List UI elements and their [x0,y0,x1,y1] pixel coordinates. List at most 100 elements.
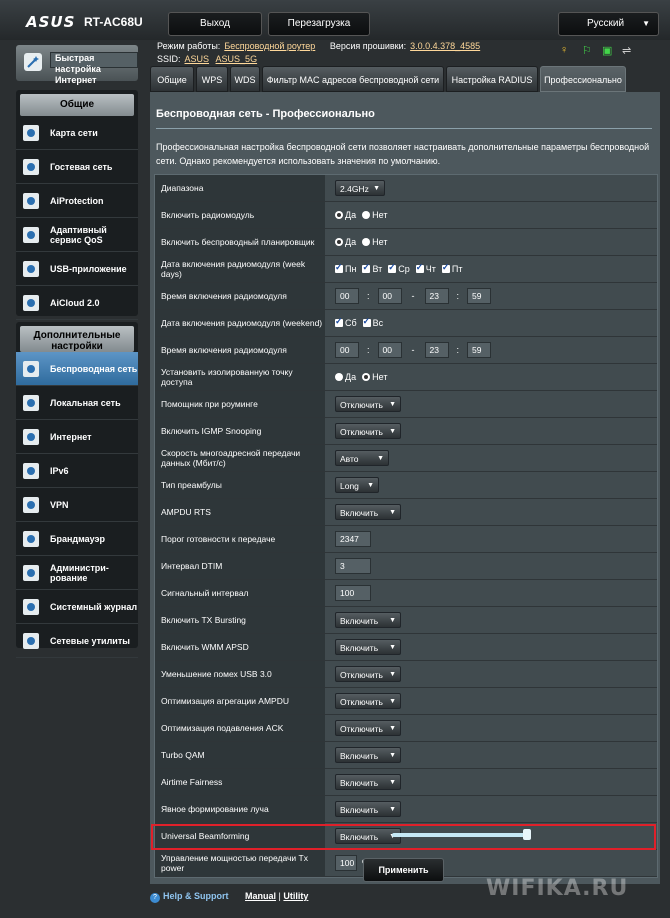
select-dropdown[interactable]: 2.4GHz ▼ [335,180,385,196]
firewall-icon [23,531,39,547]
general-item[interactable]: Карта сети [16,116,138,150]
select-dropdown[interactable]: Отключить ▼ [335,693,401,709]
general-item[interactable]: AiCloud 2.0 [16,286,138,320]
network-status-icon[interactable]: ⚐ [582,44,592,57]
time-field[interactable]: 23 [424,342,449,358]
text-input[interactable]: 3 [335,558,371,574]
advanced-item[interactable]: Сетевые утилиты [16,624,138,658]
advanced-item[interactable]: VPN [16,488,138,522]
select-value: Отключить [340,427,383,437]
time-field[interactable]: 00 [335,288,359,304]
advanced-item[interactable]: Системный журнал [16,590,138,624]
chevron-down-icon: ▼ [389,428,396,435]
advanced-item[interactable]: Беспроводная сеть [16,352,138,386]
tx-power-slider-handle[interactable] [523,829,531,840]
time-field[interactable]: 00 [377,342,402,358]
tab-item[interactable]: Профессионально [540,66,626,92]
chevron-down-icon: ▼ [367,482,374,489]
table-row: Оптимизация подавления ACK Отключить ▼ [155,715,657,742]
select-dropdown[interactable]: Отключить ▼ [335,720,401,736]
select-dropdown[interactable]: Авто ▼ [335,450,389,466]
top-bar: ASUS RT-AC68U Выход Перезагрузка Русский… [0,0,670,40]
row-label: Включить WMM APSD [155,634,325,660]
advanced-item[interactable]: Интернет [16,420,138,454]
firmware-value[interactable]: 3.0.0.4.378_4585 [410,41,480,51]
select-dropdown[interactable]: Включить ▼ [335,801,401,817]
general-item[interactable]: Гостевая сеть [16,150,138,184]
chevron-down-icon: ▼ [389,698,396,705]
day-checkbox[interactable] [335,262,343,273]
general-item[interactable]: AiProtection [16,184,138,218]
day-checkbox[interactable] [362,262,371,273]
status-icons: ♀ ⚐ ▣ ⇌ [556,44,666,58]
row-label: Явное формирование луча [155,796,325,822]
advanced-item[interactable]: IPv6 [16,454,138,488]
time-field[interactable]: 59 [467,342,492,358]
select-dropdown[interactable]: Включить ▼ [335,504,401,520]
apply-button[interactable]: Применить [363,858,444,882]
text-input[interactable]: 100 [335,585,371,601]
language-select[interactable]: Русский ▼ [558,12,659,36]
mode-value[interactable]: Беспроводной роутер [224,41,315,51]
day-checkbox[interactable] [441,262,450,273]
reboot-button[interactable]: Перезагрузка [268,12,370,36]
day-checkbox[interactable] [362,316,371,327]
day-checkbox[interactable] [335,316,343,327]
table-row: Явное формирование луча Включить ▼ [155,796,657,823]
advanced-item[interactable]: Брандмауэр [16,522,138,556]
select-dropdown[interactable]: Включить ▼ [335,774,401,790]
select-dropdown[interactable]: Отключить ▼ [335,666,401,682]
ssid-2[interactable]: ASUS_5G [216,54,258,64]
logout-button[interactable]: Выход [168,12,262,36]
select-dropdown[interactable]: Отключить ▼ [335,423,401,439]
select-dropdown[interactable]: Включить ▼ [335,639,401,655]
nav-item-label: Гостевая сеть [50,161,113,172]
manual-link[interactable]: Manual [245,891,276,901]
select-dropdown[interactable]: Long ▼ [335,477,379,493]
ssid-1[interactable]: ASUS [185,54,210,64]
usb-status-icon[interactable]: ⇌ [622,44,631,57]
quick-setup-button[interactable]: Быстрая настройка Интернет [16,45,138,85]
radio-yes[interactable] [335,238,343,246]
select-dropdown[interactable]: Включить ▼ [335,612,401,628]
row-value: Отключить ▼ [335,661,401,687]
radio-no[interactable] [362,238,371,246]
monitor-icon[interactable]: ▣ [602,44,612,57]
table-row: Оптимизация агрегации AMPDU Отключить ▼ [155,688,657,715]
time-field[interactable]: 00 [335,342,359,358]
time-field[interactable]: 59 [467,288,492,304]
tab-item[interactable]: WDS [230,66,260,92]
advanced-item[interactable]: Администри-рование [16,556,138,590]
row-value: Включить ▼ [335,769,401,795]
chevron-down-icon: ▼ [389,725,396,732]
tab-item[interactable]: Общие [150,66,194,92]
select-dropdown[interactable]: Отключить ▼ [335,396,401,412]
day-checkbox[interactable] [388,262,397,273]
table-row: Время включения радиомодуля 00:00-23:59 [155,283,657,310]
nav-item-label: Локальная сеть [50,397,121,408]
general-item[interactable]: Адаптивный сервис QoS [16,218,138,252]
select-value: Включить [340,643,379,653]
key-icon[interactable]: ♀ [560,44,568,56]
radio-yes[interactable] [335,373,343,381]
day-label: Вс [372,318,384,328]
utility-link[interactable]: Utility [283,891,308,901]
day-label: Сб [345,318,357,328]
tab-item[interactable]: Настройка RADIUS [446,66,538,92]
tx-power-input[interactable]: 100 [335,855,357,871]
advanced-item[interactable]: Локальная сеть [16,386,138,420]
time-field[interactable]: 23 [424,288,449,304]
select-dropdown[interactable]: Включить ▼ [335,747,401,763]
general-item[interactable]: USB-приложение [16,252,138,286]
tab-item[interactable]: WPS [196,66,228,92]
day-checkbox[interactable] [415,262,424,273]
text-input[interactable]: 2347 [335,531,371,547]
time-field[interactable]: 00 [377,288,402,304]
radio-no[interactable] [362,373,371,381]
nav-item-label: Системный журнал [50,601,138,612]
radio-yes[interactable] [335,211,343,219]
radio-no[interactable] [362,211,371,219]
tx-power-slider[interactable] [392,833,528,837]
row-label: Диапазона [155,175,325,201]
tab-item[interactable]: Фильтр MAC адресов беспроводной сети [262,66,444,92]
